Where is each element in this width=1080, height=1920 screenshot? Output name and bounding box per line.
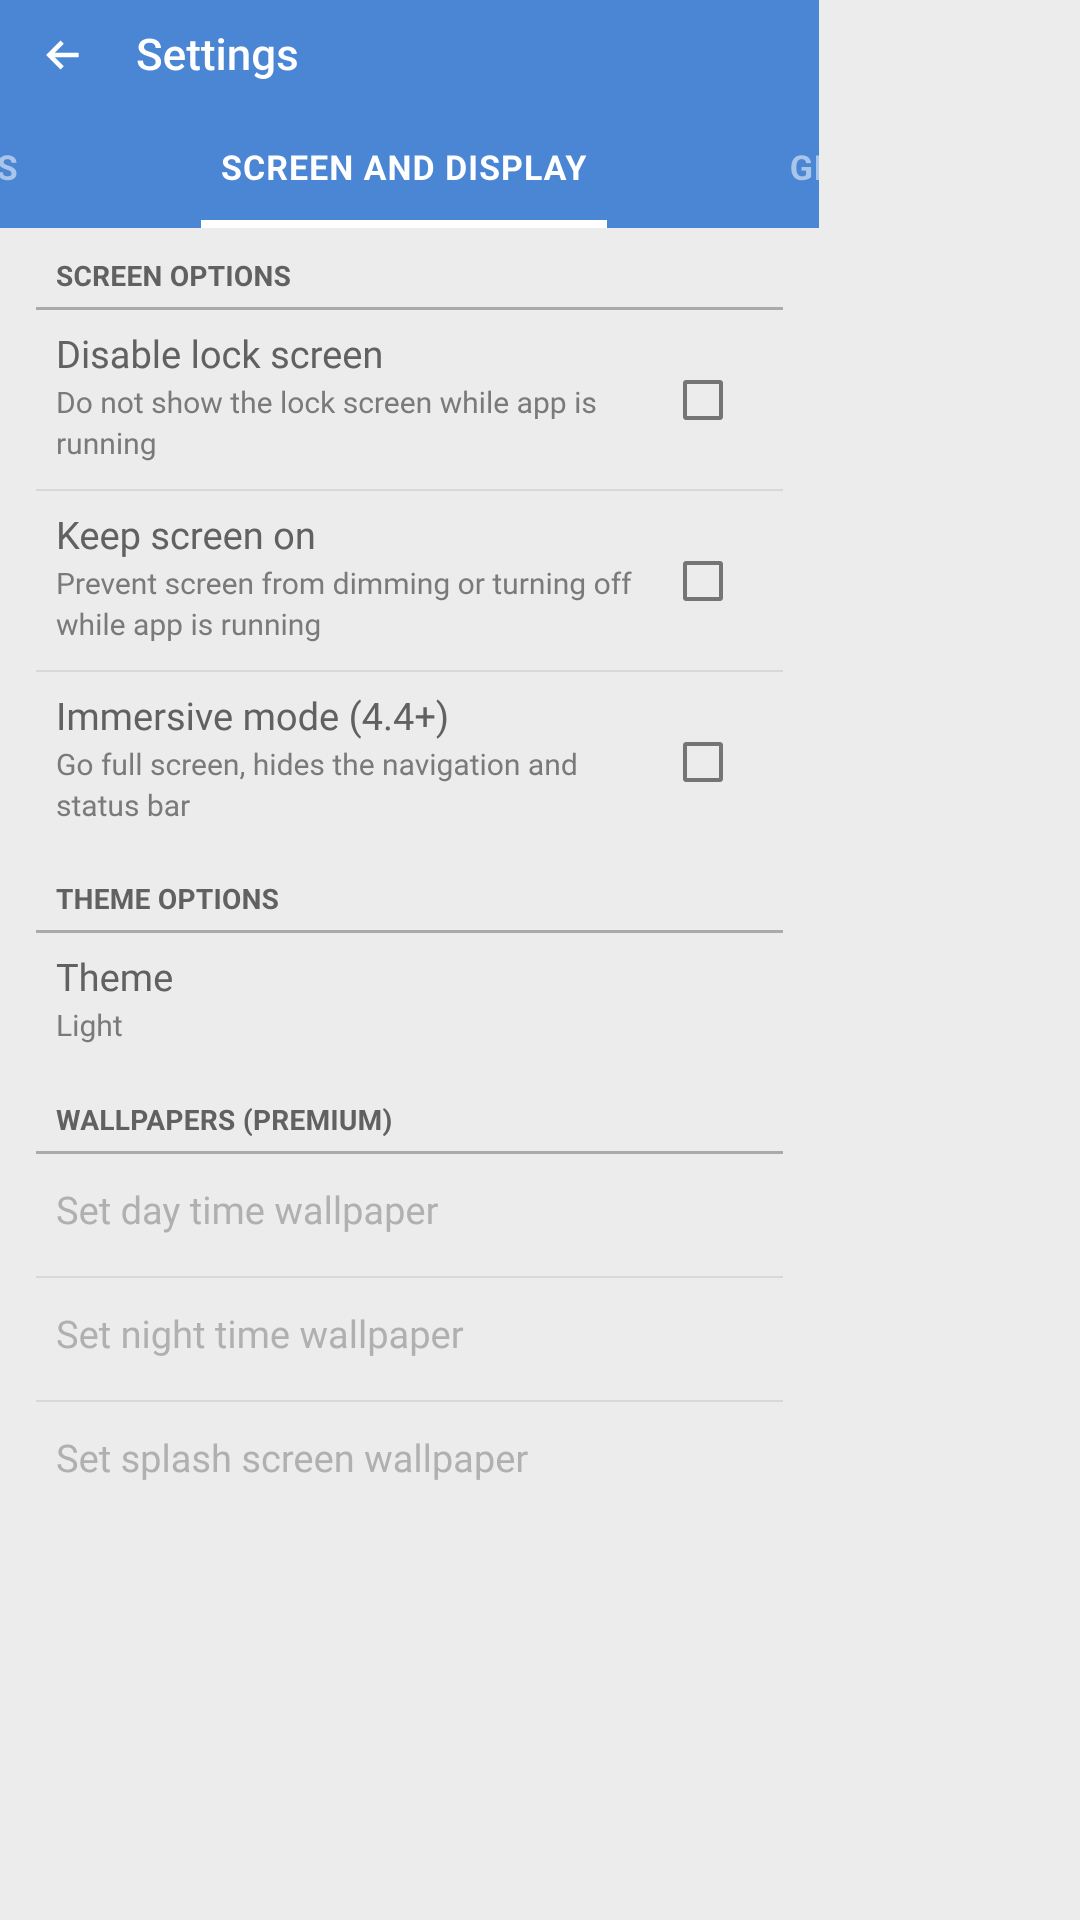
setting-text: Immersive mode (4.4+) Go full screen, hi… [56,696,683,827]
setting-keep-screen-on[interactable]: Keep screen on Prevent screen from dimmi… [0,491,819,670]
tab-bar: APS SCREEN AND DISPLAY GEN [0,110,819,228]
setting-text: Keep screen on Prevent screen from dimmi… [56,515,683,646]
setting-title: Keep screen on [56,515,653,559]
setting-text: Disable lock screen Do not show the lock… [56,334,683,465]
setting-disable-lock-screen[interactable]: Disable lock screen Do not show the lock… [0,310,819,489]
setting-day-wallpaper[interactable]: Set day time wallpaper [0,1154,819,1276]
setting-title: Immersive mode (4.4+) [56,696,653,740]
setting-subtitle: Prevent screen from dimming or turning o… [56,565,653,646]
setting-theme[interactable]: Theme Light [0,933,819,1072]
setting-text: Set night time wallpaper [56,1314,763,1364]
setting-night-wallpaper[interactable]: Set night time wallpaper [0,1278,819,1400]
setting-subtitle: Light [56,1007,733,1048]
setting-text: Theme Light [56,957,763,1048]
tab-maps[interactable]: APS [0,110,39,228]
arrow-back-icon [42,33,86,77]
setting-title: Theme [56,957,733,1001]
section-header-screen-options: SCREEN OPTIONS [0,228,819,307]
setting-subtitle: Go full screen, hides the navigation and… [56,746,653,827]
header-toolbar: Settings [0,0,819,110]
setting-text: Set day time wallpaper [56,1190,763,1240]
setting-text: Set splash screen wallpaper [56,1438,763,1488]
setting-subtitle: Do not show the lock screen while app is… [56,384,653,465]
setting-title: Set night time wallpaper [56,1314,733,1358]
checkbox-disable-lock-screen[interactable] [683,380,723,420]
setting-title: Set splash screen wallpaper [56,1438,733,1482]
checkbox-keep-screen-on[interactable] [683,561,723,601]
setting-title: Set day time wallpaper [56,1190,733,1234]
setting-title: Disable lock screen [56,334,653,378]
checkbox-immersive-mode[interactable] [683,742,723,782]
app-header: Settings APS SCREEN AND DISPLAY GEN [0,0,819,228]
back-button[interactable] [40,31,88,79]
section-header-theme-options: THEME OPTIONS [0,851,819,930]
page-title: Settings [136,29,299,81]
settings-content: SCREEN OPTIONS Disable lock screen Do no… [0,228,819,1524]
setting-splash-wallpaper[interactable]: Set splash screen wallpaper [0,1402,819,1524]
setting-immersive-mode[interactable]: Immersive mode (4.4+) Go full screen, hi… [0,672,819,851]
tab-screen-and-display[interactable]: SCREEN AND DISPLAY [201,110,607,228]
section-header-wallpapers: WALLPAPERS (PREMIUM) [0,1072,819,1151]
tab-general[interactable]: GEN [770,110,819,228]
